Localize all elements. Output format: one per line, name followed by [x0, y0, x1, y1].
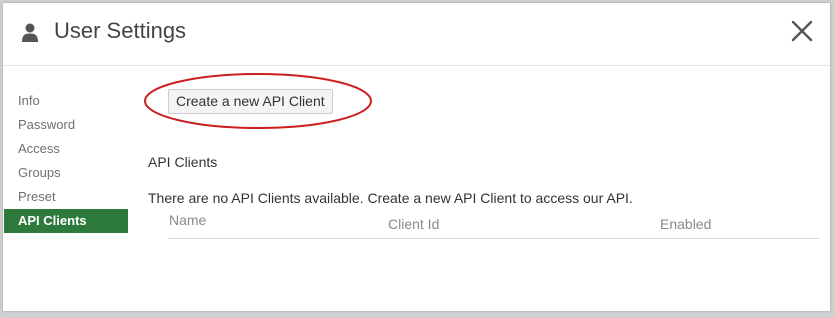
sidebar-item-api-clients[interactable]: API Clients [4, 209, 128, 233]
sidebar-item-info[interactable]: Info [4, 89, 128, 113]
sidebar-item-access[interactable]: Access [4, 137, 128, 161]
close-icon[interactable] [790, 19, 814, 43]
settings-sidebar: Info Password Access Groups Preset API C… [4, 89, 128, 233]
column-header-client-id[interactable]: Client Id [388, 216, 439, 232]
api-clients-table-header: Name Client Id Enabled [168, 209, 820, 239]
column-header-enabled[interactable]: Enabled [660, 216, 711, 232]
column-header-name[interactable]: Name [169, 212, 206, 228]
user-icon [22, 23, 38, 42]
create-api-client-button[interactable]: Create a new API Client [168, 89, 333, 114]
sidebar-item-password[interactable]: Password [4, 113, 128, 137]
dialog-title: User Settings [54, 18, 187, 43]
empty-state-message: There are no API Clients available. Crea… [148, 190, 633, 206]
dialog-header: User Settings [3, 3, 830, 66]
user-settings-dialog: User Settings Info Password Access Group… [3, 3, 830, 311]
api-clients-section-title: API Clients [148, 154, 218, 170]
sidebar-item-preset[interactable]: Preset [4, 185, 128, 209]
sidebar-item-groups[interactable]: Groups [4, 161, 128, 185]
